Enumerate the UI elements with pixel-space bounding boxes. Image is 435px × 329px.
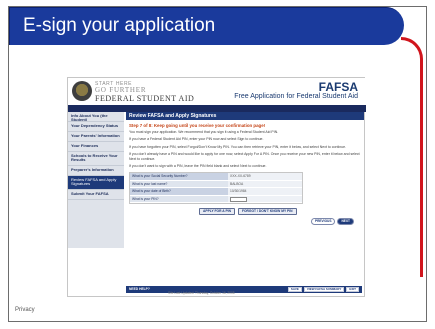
sidebar-item-schools[interactable]: Schools to Receive Your Results: [68, 152, 124, 166]
next-button[interactable]: NEXT: [337, 218, 354, 226]
section-title: Review FAFSA and Apply Signatures: [126, 112, 364, 120]
pin-label: What is your PIN?: [130, 195, 228, 203]
slide-title: E-sign your application: [23, 15, 216, 36]
fafsa-logo: FAFSA: [318, 80, 358, 94]
sidebar-item-dependency[interactable]: Your Dependency Status: [68, 122, 124, 132]
fafsa-subtitle: Free Application for Federal Student Aid: [234, 93, 358, 100]
sidebar: Info About You (the Student) Your Depend…: [68, 112, 124, 248]
pin-buttons: APPLY FOR A PIN FORGOT / DON'T KNOW MY P…: [126, 208, 364, 216]
sidebar-item-preparer[interactable]: Preparer's Information: [68, 166, 124, 176]
ssn-label: What is your Social Security Number?: [130, 173, 228, 180]
bottom-buttons: SAVE VIEW FAFSA SUMMARY EXIT: [287, 287, 359, 292]
instruction-3: If you have forgotten your PIN, select F…: [129, 144, 347, 149]
sidebar-item-finances[interactable]: Your Finances: [68, 142, 124, 152]
instruction-5: If you don't want to sign with a PIN, le…: [129, 164, 267, 169]
forgot-pin-button[interactable]: FORGOT / DON'T KNOW MY PIN: [237, 208, 297, 216]
bottom-bar: NEED HELP? SAVE VIEW FAFSA SUMMARY EXIT: [126, 286, 362, 293]
lastname-label: What is your last name?: [130, 180, 228, 188]
site-updated: Site Last Updated: Thursday, October 16,…: [168, 291, 235, 295]
table-row: What is your Social Security Number? XXX…: [130, 173, 302, 181]
sidebar-item-student[interactable]: Info About You (the Student): [68, 112, 124, 122]
view-summary-button[interactable]: VIEW FAFSA SUMMARY: [303, 287, 345, 292]
table-row: What is your PIN?: [130, 195, 302, 204]
ssn-value: XXX-XX-6789: [228, 173, 302, 180]
pin-input[interactable]: [230, 196, 247, 202]
sidebar-item-submit[interactable]: Submit Your FAFSA: [68, 190, 124, 200]
save-button[interactable]: SAVE: [287, 287, 302, 292]
previous-button[interactable]: PREVIOUS: [311, 218, 336, 226]
red-accent-curve: [401, 37, 423, 277]
lastname-value: BALBOA: [228, 180, 302, 188]
dob-value: 10/30/1984: [228, 188, 302, 195]
instruction-1: You must sign your application. We recom…: [129, 130, 279, 134]
step-heading: Step 7 of 8: Keep going until you receiv…: [129, 123, 266, 128]
ed-tagline: GO FURTHER: [95, 86, 147, 94]
dob-label: What is your date of Birth?: [130, 188, 228, 195]
fafsa-header: START HERE GO FURTHER FEDERAL STUDENT AI…: [68, 78, 366, 105]
education-seal-icon: [72, 81, 92, 101]
signature-grid: What is your Social Security Number? XXX…: [129, 172, 303, 205]
table-row: What is your last name? BALBOA: [130, 180, 302, 189]
instruction-4: If you don't already have a PIN and woul…: [129, 152, 360, 161]
fafsa-screenshot: START HERE GO FURTHER FEDERAL STUDENT AI…: [67, 77, 366, 297]
fsa-logo-text: FEDERAL STUDENT AID: [95, 94, 195, 103]
main-content: Review FAFSA and Apply Signatures Step 7…: [126, 112, 364, 288]
prev-next: PREVIOUS NEXT: [126, 218, 364, 226]
sidebar-item-parents[interactable]: Your Parents' Information: [68, 132, 124, 142]
need-help-link[interactable]: NEED HELP?: [129, 287, 150, 291]
exit-button[interactable]: EXIT: [346, 287, 359, 292]
sidebar-item-review[interactable]: Review FAFSA and Apply Signatures: [68, 176, 124, 190]
footnote: Privacy: [15, 307, 35, 313]
title-bar: E-sign your application: [9, 7, 404, 45]
pin-cell: [228, 195, 302, 203]
slide: E-sign your application START HERE GO FU…: [8, 6, 427, 322]
instruction-2: If you have a Federal Student Aid PIN, e…: [129, 137, 264, 142]
apply-pin-button[interactable]: APPLY FOR A PIN: [199, 208, 235, 216]
table-row: What is your date of Birth? 10/30/1984: [130, 188, 302, 196]
top-nav: Help Contact Us FAQs Exit FAFSA: [68, 105, 366, 119]
